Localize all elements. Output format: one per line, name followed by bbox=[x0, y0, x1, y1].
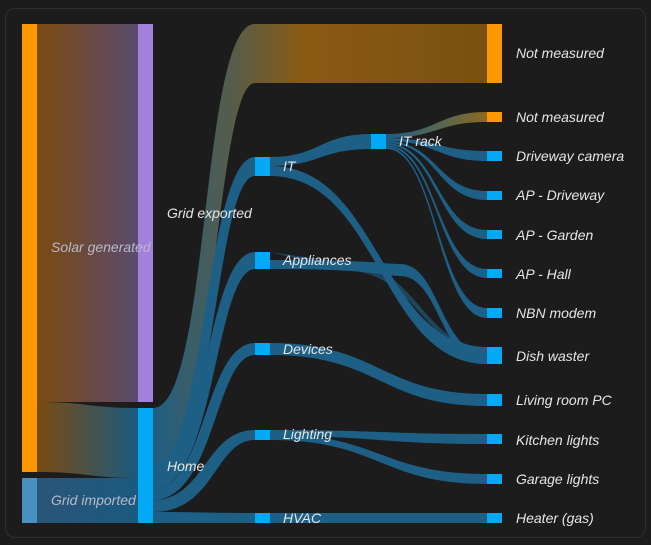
label-living-room-pc: Living room PC bbox=[516, 392, 613, 408]
label-not-measured-top: Not measured bbox=[516, 45, 605, 61]
node-nbn-modem[interactable] bbox=[487, 308, 502, 318]
node-hvac[interactable] bbox=[255, 513, 270, 523]
link-solar-to-home bbox=[37, 402, 138, 478]
label-it: IT bbox=[283, 158, 297, 174]
label-ap-driveway: AP - Driveway bbox=[515, 187, 605, 203]
label-home: Home bbox=[167, 458, 205, 474]
link-solar-to-grid-exported bbox=[37, 24, 138, 402]
node-not-measured-rack[interactable] bbox=[487, 112, 502, 122]
node-driveway-camera[interactable] bbox=[487, 151, 502, 161]
label-grid-exported: Grid exported bbox=[167, 205, 253, 221]
node-grid-imported[interactable] bbox=[22, 478, 37, 523]
node-garage-lights[interactable] bbox=[487, 474, 502, 484]
label-grid-imported: Grid imported bbox=[51, 492, 137, 508]
node-ap-driveway[interactable] bbox=[487, 191, 502, 200]
label-it-rack: IT rack bbox=[399, 133, 443, 149]
label-dish-waster: Dish waster bbox=[516, 348, 590, 364]
node-devices[interactable] bbox=[255, 343, 270, 355]
node-kitchen-lights[interactable] bbox=[487, 434, 502, 444]
node-grid-exported[interactable] bbox=[138, 24, 153, 402]
label-ap-garden: AP - Garden bbox=[515, 227, 594, 243]
node-heater-gas[interactable] bbox=[487, 513, 502, 523]
node-lighting[interactable] bbox=[255, 430, 270, 440]
node-ap-hall[interactable] bbox=[487, 269, 502, 278]
label-devices: Devices bbox=[283, 341, 333, 357]
link-it-rack-to-ap-hall bbox=[386, 145, 487, 278]
label-appliances: Appliances bbox=[282, 252, 352, 268]
node-it[interactable] bbox=[255, 157, 270, 176]
label-solar-generated: Solar generated bbox=[51, 239, 152, 255]
link-home-to-hvac bbox=[153, 512, 255, 523]
node-ap-garden[interactable] bbox=[487, 230, 502, 239]
label-nbn-modem: NBN modem bbox=[516, 305, 596, 321]
node-it-rack[interactable] bbox=[371, 134, 386, 149]
label-ap-hall: AP - Hall bbox=[515, 266, 572, 282]
node-dish-waster[interactable] bbox=[487, 347, 502, 364]
node-solar-generated[interactable] bbox=[22, 24, 37, 472]
label-not-measured-rack: Not measured bbox=[516, 109, 605, 125]
energy-sankey-diagram: Solar generated Grid imported Grid expor… bbox=[22, 24, 624, 526]
label-kitchen-lights: Kitchen lights bbox=[516, 432, 599, 448]
label-heater-gas: Heater (gas) bbox=[516, 510, 594, 526]
node-home[interactable] bbox=[138, 408, 153, 523]
node-appliances[interactable] bbox=[255, 252, 270, 269]
label-hvac: HVAC bbox=[283, 510, 322, 526]
node-not-measured-top[interactable] bbox=[487, 24, 502, 83]
node-living-room-pc[interactable] bbox=[487, 394, 502, 406]
label-garage-lights: Garage lights bbox=[516, 471, 599, 487]
label-driveway-camera: Driveway camera bbox=[516, 148, 624, 164]
label-lighting: Lighting bbox=[283, 426, 332, 442]
